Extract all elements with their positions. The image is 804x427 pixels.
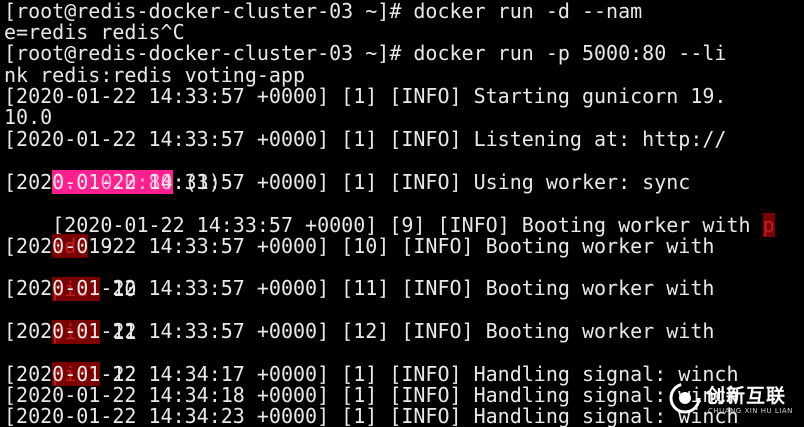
terminal-line: [2020-01-22 14:34:18 +0000] [1] [INFO] H… [4,383,739,407]
terminal-line: e=redis redis^C [4,20,185,44]
terminal-line: [2020-01-22 14:33:57 +0000] [9] [INFO] B… [4,192,775,237]
terminal-line: pid: 11 [4,299,136,344]
terminal-line: [root@redis-docker-cluster-03 ~]# docker… [4,0,643,23]
terminal-window[interactable]: [root@redis-docker-cluster-03 ~]# docker… [0,0,804,427]
terminal-line: [2020-01-22 14:33:57 +0000] [11] [INFO] … [4,276,715,300]
search-highlight: p [762,213,775,237]
terminal-line: id: 9 [4,213,112,258]
terminal-line: 10.0 [4,105,53,129]
terminal-line: pid: 10 [4,256,136,301]
terminal-line: pid: 12 [4,341,136,386]
terminal-line: 0.0.0.0:80 (1) [4,149,221,194]
terminal-line: [2020-01-22 14:33:57 +0000] [1] [INFO] S… [4,84,727,108]
terminal-line: [2020-01-22 14:34:23 +0000] [1] [INFO] H… [4,404,739,427]
terminal-line: [2020-01-22 14:33:57 +0000] [1] [INFO] U… [4,170,691,194]
terminal-line: [2020-01-22 14:34:17 +0000] [1] [INFO] H… [4,362,739,386]
terminal-line: [root@redis-docker-cluster-03 ~]# docker… [4,41,727,65]
terminal-line: [2020-01-22 14:33:57 +0000] [12] [INFO] … [4,319,715,343]
terminal-line: [2020-01-22 14:33:57 +0000] [1] [INFO] L… [4,127,727,151]
terminal-line: nk redis:redis voting-app [4,63,306,87]
terminal-line: [2020-01-22 14:33:57 +0000] [10] [INFO] … [4,234,715,258]
